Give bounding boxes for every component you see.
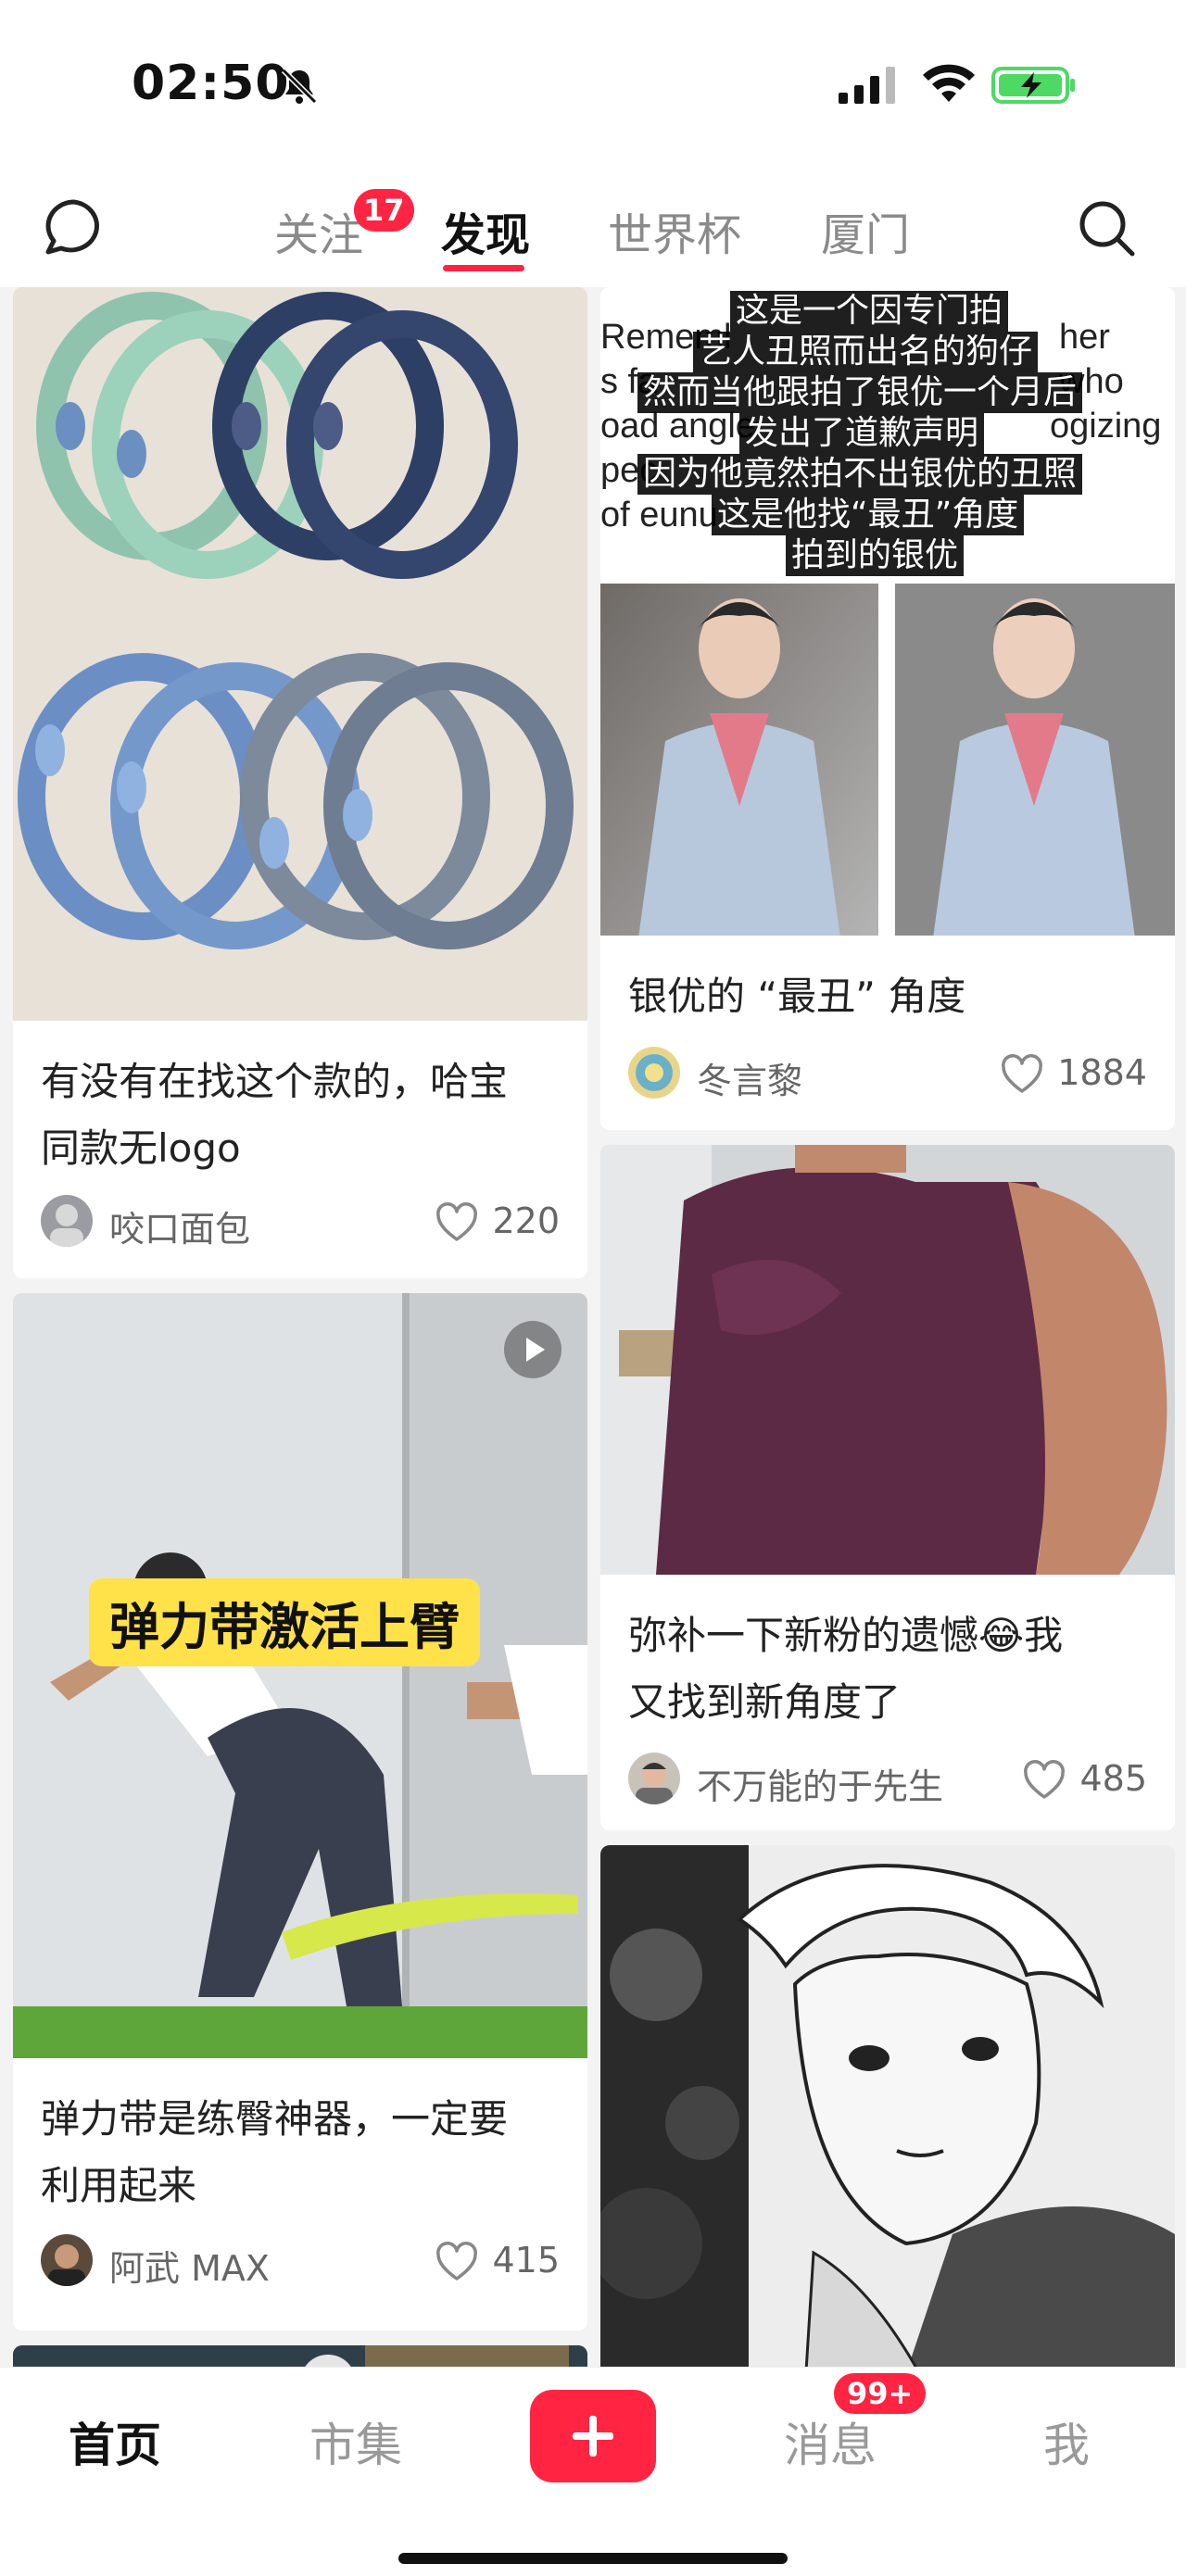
card-title[interactable]: 有没有在找这个款的，哈宝 同款无logo [41,1049,508,1182]
feed-card-hair-ties[interactable]: 有没有在找这个款的，哈宝 同款无logo 咬口面包 220 [13,287,587,1278]
nav-home[interactable]: 首页 [69,2408,161,2475]
plus-icon [573,2416,613,2457]
card-title[interactable]: 银优的 “最丑” 角度 [628,963,965,1030]
overlay-caption-line: 因为他竟然拍不出银优的丑照 [637,454,1083,495]
overlay-caption-line: 发出了道歉声明 [739,413,985,454]
play-icon [526,1338,545,1362]
tab-world-cup[interactable]: 世界杯 [608,198,741,263]
like-count[interactable]: 220 [436,1200,560,1241]
nav-messages[interactable]: 消息 [784,2408,877,2475]
tab-xiamen[interactable]: 厦门 [821,198,910,263]
tab-follow[interactable]: 关注 [274,198,363,263]
bottom-nav: 首页 市集 消息 99+ 我 [0,2367,1186,2576]
workout-video[interactable]: 弹力带激活上臂 [13,1293,587,2058]
card-footer: 阿武 MAX 415 [41,2234,560,2290]
avatar[interactable] [41,2234,93,2286]
top-nav: 关注 17 发现 世界杯 厦门 [0,176,1186,287]
nav-market[interactable]: 市集 [309,2408,402,2475]
two-portraits [600,584,1175,936]
home-indicator [398,2553,788,2564]
battery-charging-icon [991,67,1075,104]
active-tab-indicator [443,265,524,271]
feed-card-manga[interactable] [600,1845,1175,2367]
manga-drawing[interactable] [600,1845,1175,2367]
bell-off-icon [281,68,318,105]
card-title[interactable]: 弥补一下新粉的遗憾😂我 又找到新角度了 [628,1602,1063,1736]
manga-illustration [600,1845,1175,2367]
like-count[interactable]: 1884 [1002,1052,1147,1093]
signal-icon [839,67,895,104]
partial-photo[interactable] [13,2345,587,2367]
avatar[interactable] [628,1753,680,1804]
wifi-icon [923,64,975,102]
like-count[interactable]: 415 [436,2240,560,2281]
overlay-caption-line: 这是他找“最丑”角度 [712,495,1025,535]
card-footer: 咬口面包 220 [41,1195,560,1250]
feed-card-muscle[interactable]: 弥补一下新粉的遗憾😂我 又找到新角度了 不万能的于先生 485 [600,1145,1175,1830]
avatar[interactable] [628,1047,680,1099]
follow-badge: 17 [354,189,414,232]
like-count[interactable]: 485 [1024,1758,1147,1799]
feed-card-partial[interactable] [13,2345,587,2367]
muscle-illustration [600,1145,1175,1575]
feed-card-workout[interactable]: 弹力带激活上臂 弹力带是练臀神器，一定要 利用起来 阿武 MAX 415 [13,1293,587,2331]
author-name[interactable]: 阿武 MAX [109,2240,270,2291]
search-icon[interactable] [1077,198,1138,259]
add-post-button[interactable] [530,2390,656,2482]
card-title[interactable]: 弹力带是练臀神器，一定要 利用起来 [41,2086,508,2219]
card-footer: 冬言黎 1884 [628,1047,1147,1102]
overlay-caption-line: 然而当他跟拍了银优一个月后 [637,372,1083,413]
feed-card-photo-comparison[interactable]: Rememl her who s fa oad angle ogizing pe… [600,287,1175,1130]
video-play-badge [504,1321,561,1378]
overlay-caption-line: 艺人丑照而出名的狗仔 [693,332,1039,372]
workout-illustration [13,1293,587,2058]
heart-icon [436,2242,478,2281]
chat-bubble-icon[interactable] [41,196,106,258]
heart-icon [1024,1760,1066,1799]
hair-ties-illustration [13,287,587,1021]
author-name[interactable]: 冬言黎 [697,1052,802,1103]
partial-photo-illustration [13,2345,587,2367]
feed: 有没有在找这个款的，哈宝 同款无logo 咬口面包 220 Rememl her… [0,287,1186,2367]
heart-icon [436,1202,478,1241]
heart-icon [1002,1054,1043,1093]
hair-ties-photo[interactable] [13,287,587,1021]
status-time: 02:50 [132,56,290,111]
overlay-caption-line: 拍到的银优 [786,535,965,576]
author-name[interactable]: 咬口面包 [109,1200,250,1251]
status-bar: 02:50 [0,0,1186,167]
messages-badge: 99+ [834,2373,927,2414]
video-sticker: 弹力带激活上臂 [89,1578,480,1666]
nav-me[interactable]: 我 [1043,2408,1090,2475]
overlay-caption-line: 这是一个因专门拍 [730,291,1009,332]
side-by-side-photo[interactable]: Rememl her who s fa oad angle ogizing pe… [600,287,1175,936]
author-name[interactable]: 不万能的于先生 [697,1758,943,1809]
tab-discover[interactable]: 发现 [441,198,530,263]
muscle-photo[interactable] [600,1145,1175,1575]
card-footer: 不万能的于先生 485 [628,1753,1147,1808]
avatar[interactable] [41,1195,93,1247]
